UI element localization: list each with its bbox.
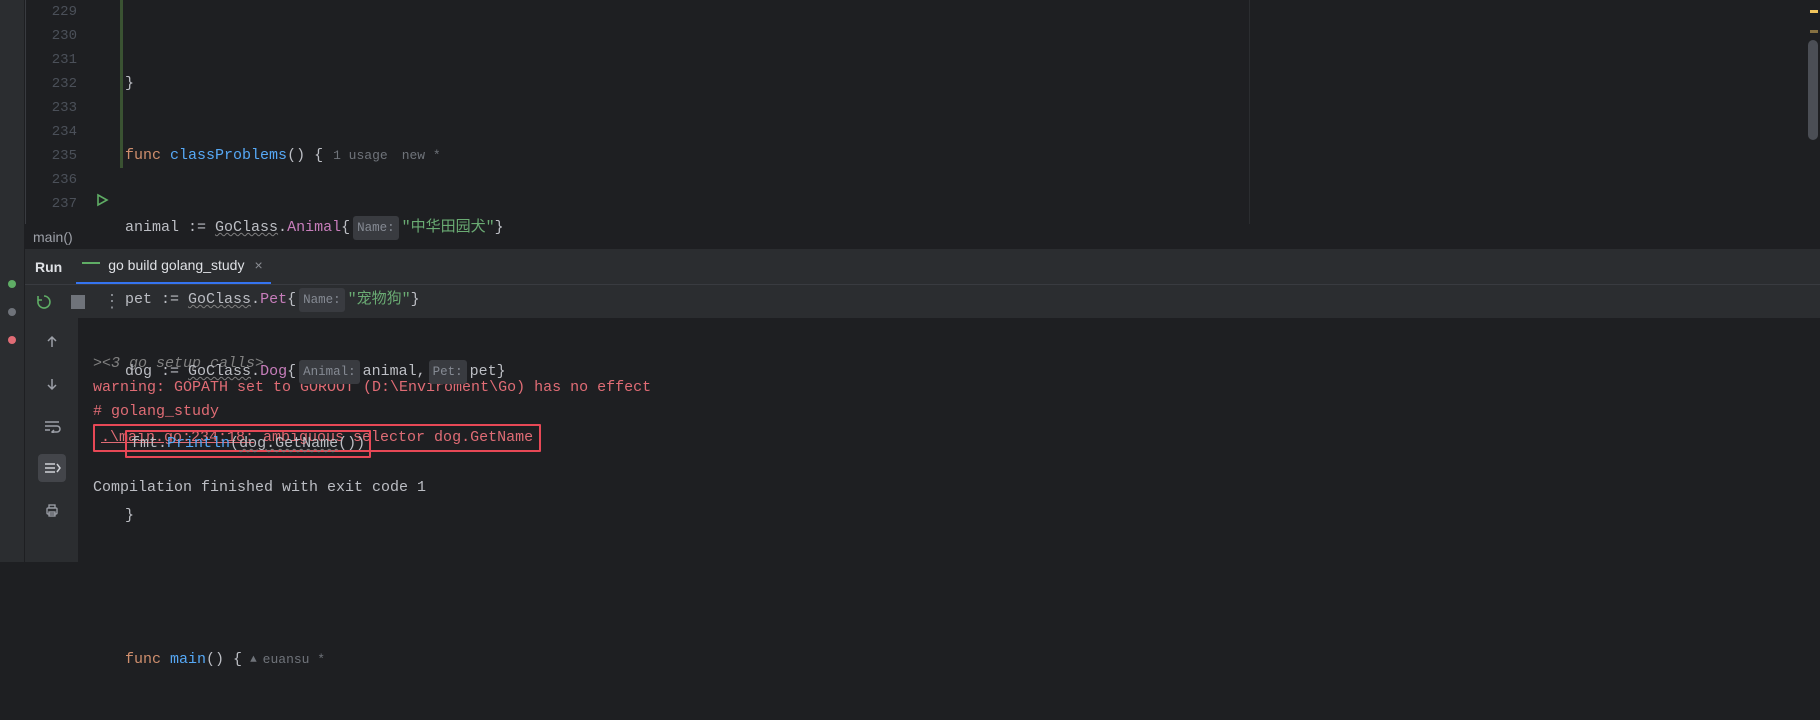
stripe-dot[interactable]: [8, 336, 16, 344]
scroll-down-icon[interactable]: [38, 370, 66, 398]
param-hint: Name:: [299, 288, 345, 312]
code-token: }: [125, 72, 134, 96]
usage-hint[interactable]: 1 usage: [333, 144, 388, 168]
code-area[interactable]: } func classProblems() { 1 usage new * a…: [119, 0, 1806, 224]
editor-run-gutter: [91, 0, 119, 224]
highlighted-error-line: fmt.Println(dog.GetName()): [125, 430, 371, 458]
scroll-up-icon[interactable]: [38, 328, 66, 356]
stop-icon[interactable]: [71, 295, 85, 309]
print-icon[interactable]: [38, 496, 66, 524]
stripe-dot[interactable]: [8, 308, 16, 316]
tool-window-stripe: [0, 0, 25, 562]
vcs-hint: new *: [402, 144, 441, 168]
line-number-gutter: 229 230 231 232 233 234 235 236 237: [26, 0, 91, 224]
vertical-scrollbar[interactable]: [1808, 40, 1818, 140]
run-line-icon[interactable]: [95, 192, 109, 216]
soft-wrap-icon[interactable]: [38, 412, 66, 440]
go-run-icon: [84, 257, 100, 273]
param-hint: Pet:: [429, 360, 467, 384]
more-actions-icon[interactable]: ⋮: [103, 291, 118, 313]
param-hint: Name:: [353, 216, 399, 240]
scroll-to-end-icon[interactable]: [38, 454, 66, 482]
run-panel-label: Run: [35, 259, 62, 275]
author-icon: ▲: [250, 648, 257, 672]
stripe-dot[interactable]: [8, 280, 16, 288]
console-side-toolbar: [25, 318, 79, 562]
param-hint: Animal:: [299, 360, 360, 384]
rerun-icon[interactable]: [35, 293, 53, 311]
author-hint[interactable]: euansu *: [263, 648, 325, 672]
code-editor[interactable]: 229 230 231 232 233 234 235 236 237 } fu…: [25, 0, 1820, 224]
